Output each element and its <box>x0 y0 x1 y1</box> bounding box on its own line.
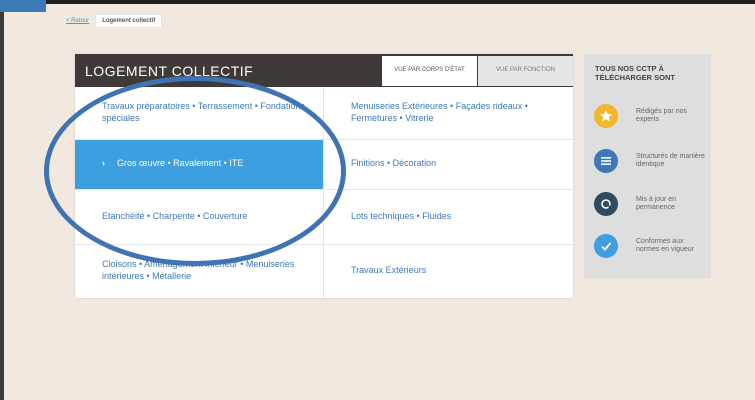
feature-label: Structurés de manière identique <box>636 152 705 168</box>
column-divider <box>323 87 324 298</box>
category-label: Gros œuvre • Ravalement • ITE <box>117 158 244 169</box>
category-label: Travaux Extérieurs <box>351 265 427 276</box>
breadcrumb: < Retour Logement collectif <box>66 14 163 28</box>
category-lots-techniques[interactable]: Lots techniques • Fluides <box>324 189 573 244</box>
feature-item: Conformes aux normes en vigueur <box>594 234 708 258</box>
category-finitions[interactable]: Finitions • Décoration <box>324 139 573 189</box>
sidebar-title: TOUS NOS CCTP À TÉLÉCHARGER SONT <box>595 64 676 83</box>
row-divider <box>75 189 573 190</box>
category-menuiseries-exterieures[interactable]: Menuiseries Extérieures • Façades rideau… <box>324 87 573 139</box>
category-label: Travaux préparatoires • Terrassement • F… <box>102 101 305 123</box>
feature-label: Rédigés par nos experts <box>636 107 687 123</box>
feature-label: Conformes aux normes en vigueur <box>636 237 694 253</box>
cctp-panel: LOGEMENT COLLECTIF VUE PAR CORPS D'ÉTAT … <box>75 54 573 298</box>
tab-vue-par-corps-detat[interactable]: VUE PAR CORPS D'ÉTAT <box>382 56 477 86</box>
window-top-border <box>0 0 755 4</box>
category-label: Etanchéité • Charpente • Couverture <box>102 210 248 221</box>
row-divider <box>75 139 573 140</box>
feature-item: Mis à jour en permanence <box>594 192 708 216</box>
category-label: Lots techniques • Fluides <box>351 210 452 221</box>
breadcrumb-current: Logement collectif <box>95 14 163 28</box>
category-label: Finitions • Décoration <box>351 158 437 169</box>
page-title: LOGEMENT COLLECTIF <box>85 63 254 79</box>
category-travaux-exterieurs[interactable]: Travaux Extérieurs <box>324 244 573 298</box>
category-cloisons[interactable]: Cloisons • Aménagement intérieur • Menui… <box>75 244 323 298</box>
star-badge-icon <box>594 104 618 128</box>
category-gros-oeuvre[interactable]: › Gros œuvre • Ravalement • ITE <box>75 139 323 189</box>
check-icon <box>594 234 618 258</box>
row-divider <box>75 244 573 245</box>
panel-header: LOGEMENT COLLECTIF VUE PAR CORPS D'ÉTAT … <box>75 54 573 87</box>
feature-item: Rédigés par nos experts <box>594 104 708 128</box>
list-icon <box>594 149 618 173</box>
tab-vue-par-fonction[interactable]: VUE PAR FONCTION <box>478 56 573 86</box>
corner-tab <box>0 0 46 12</box>
back-link[interactable]: < Retour <box>66 18 89 24</box>
chevron-right-icon: › <box>102 158 105 169</box>
feature-item: Structurés de manière identique <box>594 149 708 173</box>
category-travaux-preparatoires[interactable]: Travaux préparatoires • Terrassement • F… <box>75 87 323 139</box>
feature-label: Mis à jour en permanence <box>636 195 677 211</box>
category-etancheite[interactable]: Etanchéité • Charpente • Couverture <box>75 189 323 244</box>
window-left-border <box>0 0 4 400</box>
category-label: Menuiseries Extérieures • Façades rideau… <box>351 101 528 123</box>
category-label: Cloisons • Aménagement intérieur • Menui… <box>102 259 295 281</box>
refresh-icon <box>594 192 618 216</box>
features-sidebar: TOUS NOS CCTP À TÉLÉCHARGER SONT Rédigés… <box>584 54 711 278</box>
